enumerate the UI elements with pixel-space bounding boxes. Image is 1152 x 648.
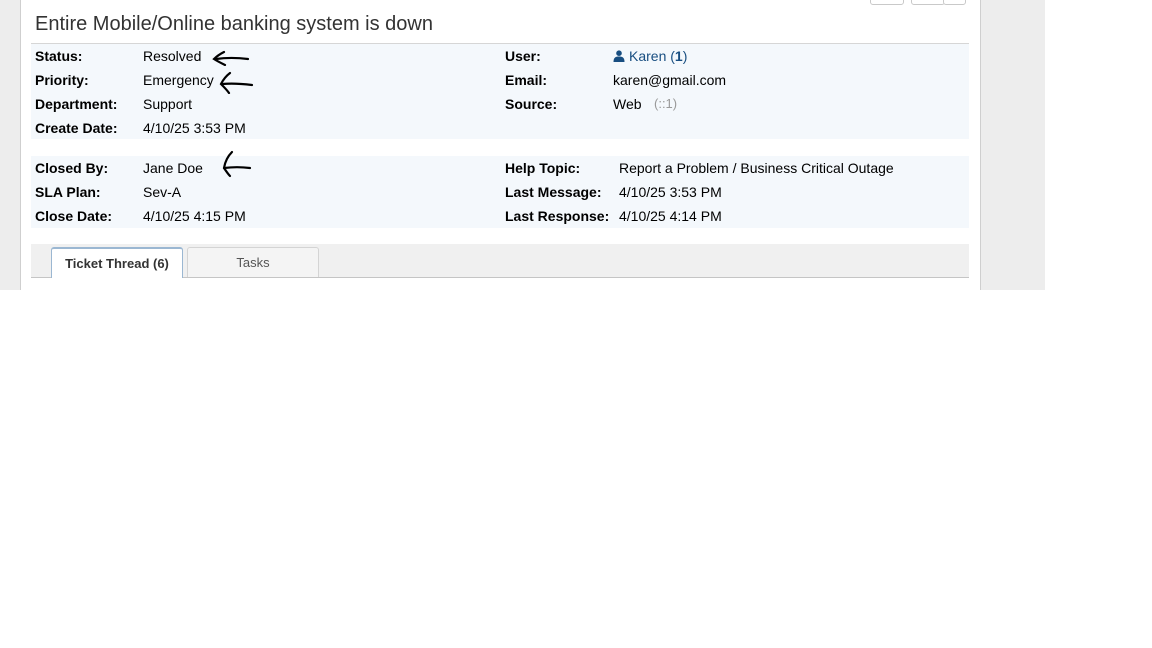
create-date-row: Create Date: 4/10/25 3:53 PM: [35, 116, 495, 140]
source-value: Web: [613, 96, 642, 112]
help-topic-value: Report a Problem / Business Critical Out…: [619, 160, 894, 176]
last-response-value: 4/10/25 4:14 PM: [619, 208, 722, 224]
hand-drawn-arrow-icon: [212, 50, 250, 66]
status-value: Resolved: [143, 48, 202, 64]
hand-drawn-arrow-icon: [219, 71, 254, 94]
closed-by-row: Closed By: Jane Doe: [35, 156, 495, 180]
sla-label: SLA Plan:: [35, 184, 101, 200]
department-value: Support: [143, 96, 193, 112]
user-name: Karen: [629, 48, 667, 64]
create-date-value: 4/10/25 3:53 PM: [143, 120, 246, 136]
email-row: Email: karen@gmail.com: [505, 68, 965, 92]
ticket-title: Entire Mobile/Online banking system is d…: [35, 13, 433, 35]
help-topic-row: Help Topic: Report a Problem / Business …: [505, 156, 965, 180]
toolbar-button-2[interactable]: [911, 0, 945, 5]
last-message-value: 4/10/25 3:53 PM: [619, 184, 722, 200]
priority-row: Priority: Emergency: [35, 68, 495, 92]
email-label: Email:: [505, 72, 548, 88]
user-row: User: Karen (1): [505, 44, 965, 68]
last-message-label: Last Message:: [505, 184, 602, 200]
toolbar-button-1[interactable]: [870, 0, 904, 5]
last-message-row: Last Message: 4/10/25 3:53 PM: [505, 180, 965, 204]
source-ip: (::1): [654, 96, 678, 111]
help-topic-label: Help Topic:: [505, 160, 581, 176]
create-date-label: Create Date:: [35, 120, 118, 136]
ticket-tabs: Ticket Thread (6) Tasks: [31, 244, 969, 278]
user-ticket-count: 1: [674, 48, 683, 64]
status-row: Status: Resolved: [35, 44, 495, 68]
close-date-label: Close Date:: [35, 208, 113, 224]
closed-by-label: Closed By:: [35, 160, 109, 176]
source-label: Source:: [505, 96, 558, 112]
last-response-label: Last Response:: [505, 208, 610, 224]
hand-drawn-arrow-icon: [222, 150, 252, 178]
source-row: Source: Web (::1): [505, 92, 965, 116]
tab-tasks[interactable]: Tasks: [187, 247, 319, 277]
ticket-status-block: Closed By: Jane Doe SLA Plan: Sev-A Clos…: [31, 156, 969, 228]
status-label: Status:: [35, 48, 83, 64]
last-response-row: Last Response: 4/10/25 4:14 PM: [505, 204, 965, 228]
sla-value: Sev-A: [143, 184, 182, 200]
department-label: Department:: [35, 96, 118, 112]
close-date-row: Close Date: 4/10/25 4:15 PM: [35, 204, 495, 228]
user-icon: [613, 50, 625, 62]
close-date-value: 4/10/25 4:15 PM: [143, 208, 246, 224]
user-link[interactable]: Karen (1): [613, 44, 687, 68]
tab-ticket-thread[interactable]: Ticket Thread (6): [51, 247, 183, 278]
priority-value: Emergency: [143, 72, 214, 88]
priority-label: Priority:: [35, 72, 89, 88]
closed-by-value: Jane Doe: [143, 160, 203, 176]
email-value: karen@gmail.com: [613, 72, 727, 88]
department-row: Department: Support: [35, 92, 495, 116]
user-label: User:: [505, 48, 541, 64]
ticket-info-block: Status: Resolved Priority: Emergency Dep…: [31, 44, 969, 139]
toolbar-button-3[interactable]: [943, 0, 966, 5]
sla-row: SLA Plan: Sev-A: [35, 180, 495, 204]
